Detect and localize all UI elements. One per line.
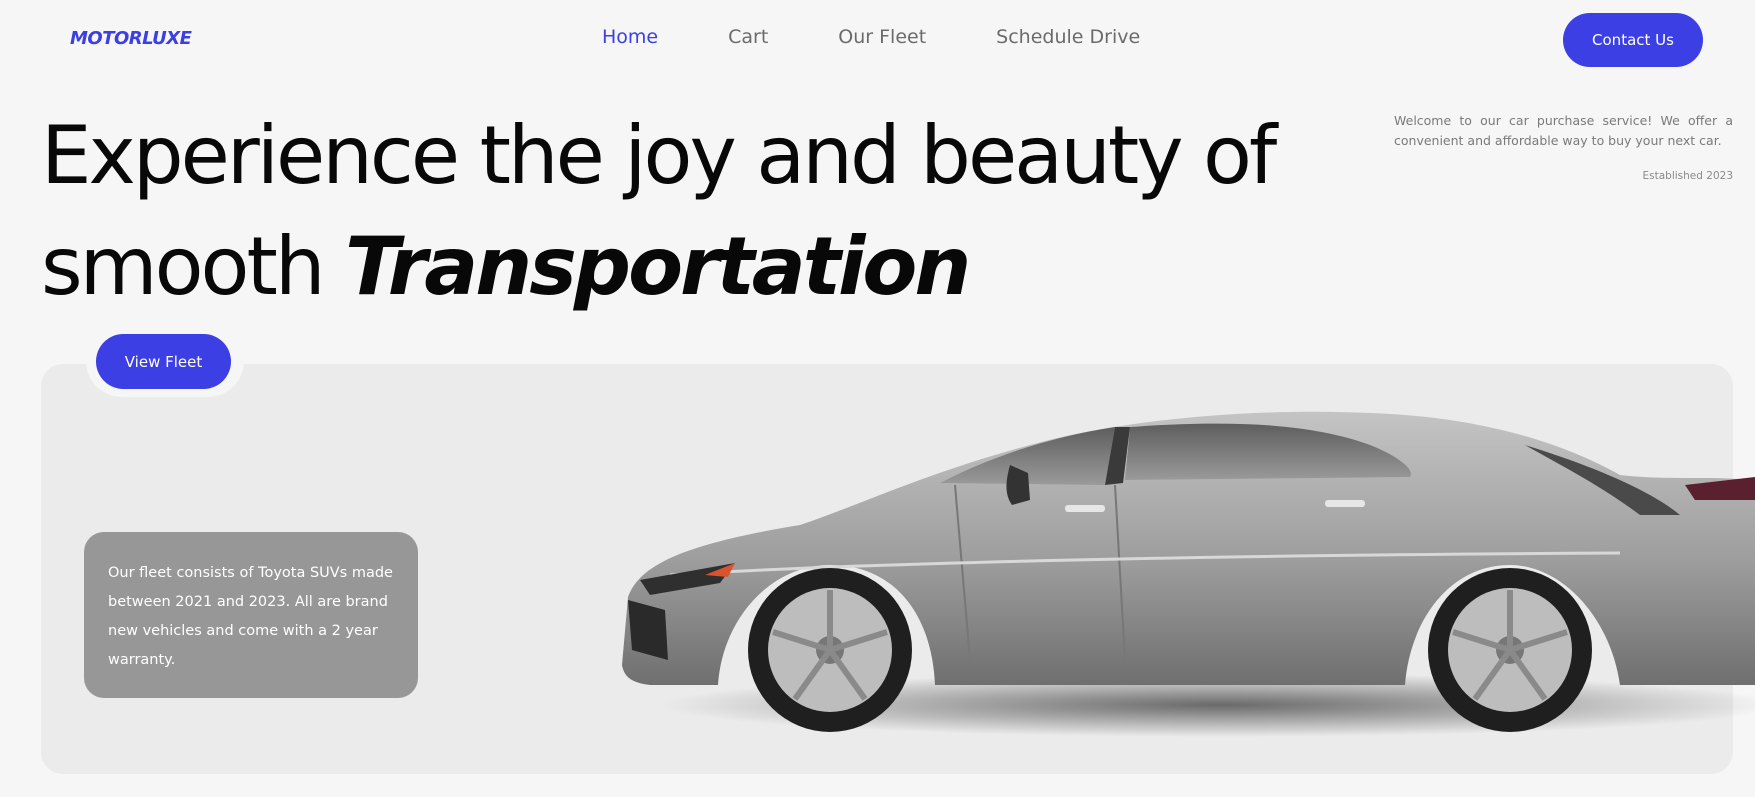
established-label: Established 2023 [1642, 170, 1733, 182]
nav-cart[interactable]: Cart [728, 26, 768, 48]
nav-schedule-drive[interactable]: Schedule Drive [996, 26, 1140, 48]
hero-title: Experience the joy and beauty of smooth T… [41, 100, 1277, 322]
car-handle-rear [1325, 500, 1365, 507]
fleet-info-text: Our fleet consists of Toyota SUVs made b… [108, 565, 393, 668]
main-nav: Home Cart Our Fleet Schedule Drive [602, 26, 1210, 48]
car-wheel-front [748, 568, 912, 732]
car-wheel-rear [1428, 568, 1592, 732]
view-fleet-button[interactable]: View Fleet [96, 334, 231, 389]
nav-our-fleet[interactable]: Our Fleet [838, 26, 926, 48]
hero-title-emphasis: Transportation [345, 220, 971, 313]
car-handle [1065, 505, 1105, 512]
contact-us-button[interactable]: Contact Us [1563, 13, 1703, 67]
logo[interactable]: MOTORLUXE [70, 28, 192, 49]
fleet-info-box: Our fleet consists of Toyota SUVs made b… [84, 532, 418, 698]
hero-title-line-1: Experience the joy and beauty of [41, 109, 1277, 202]
nav-home[interactable]: Home [602, 26, 658, 48]
car-image [622, 411, 1755, 737]
intro-text: Welcome to our car purchase service! We … [1394, 113, 1733, 148]
hero-title-plain: smooth [41, 220, 326, 313]
